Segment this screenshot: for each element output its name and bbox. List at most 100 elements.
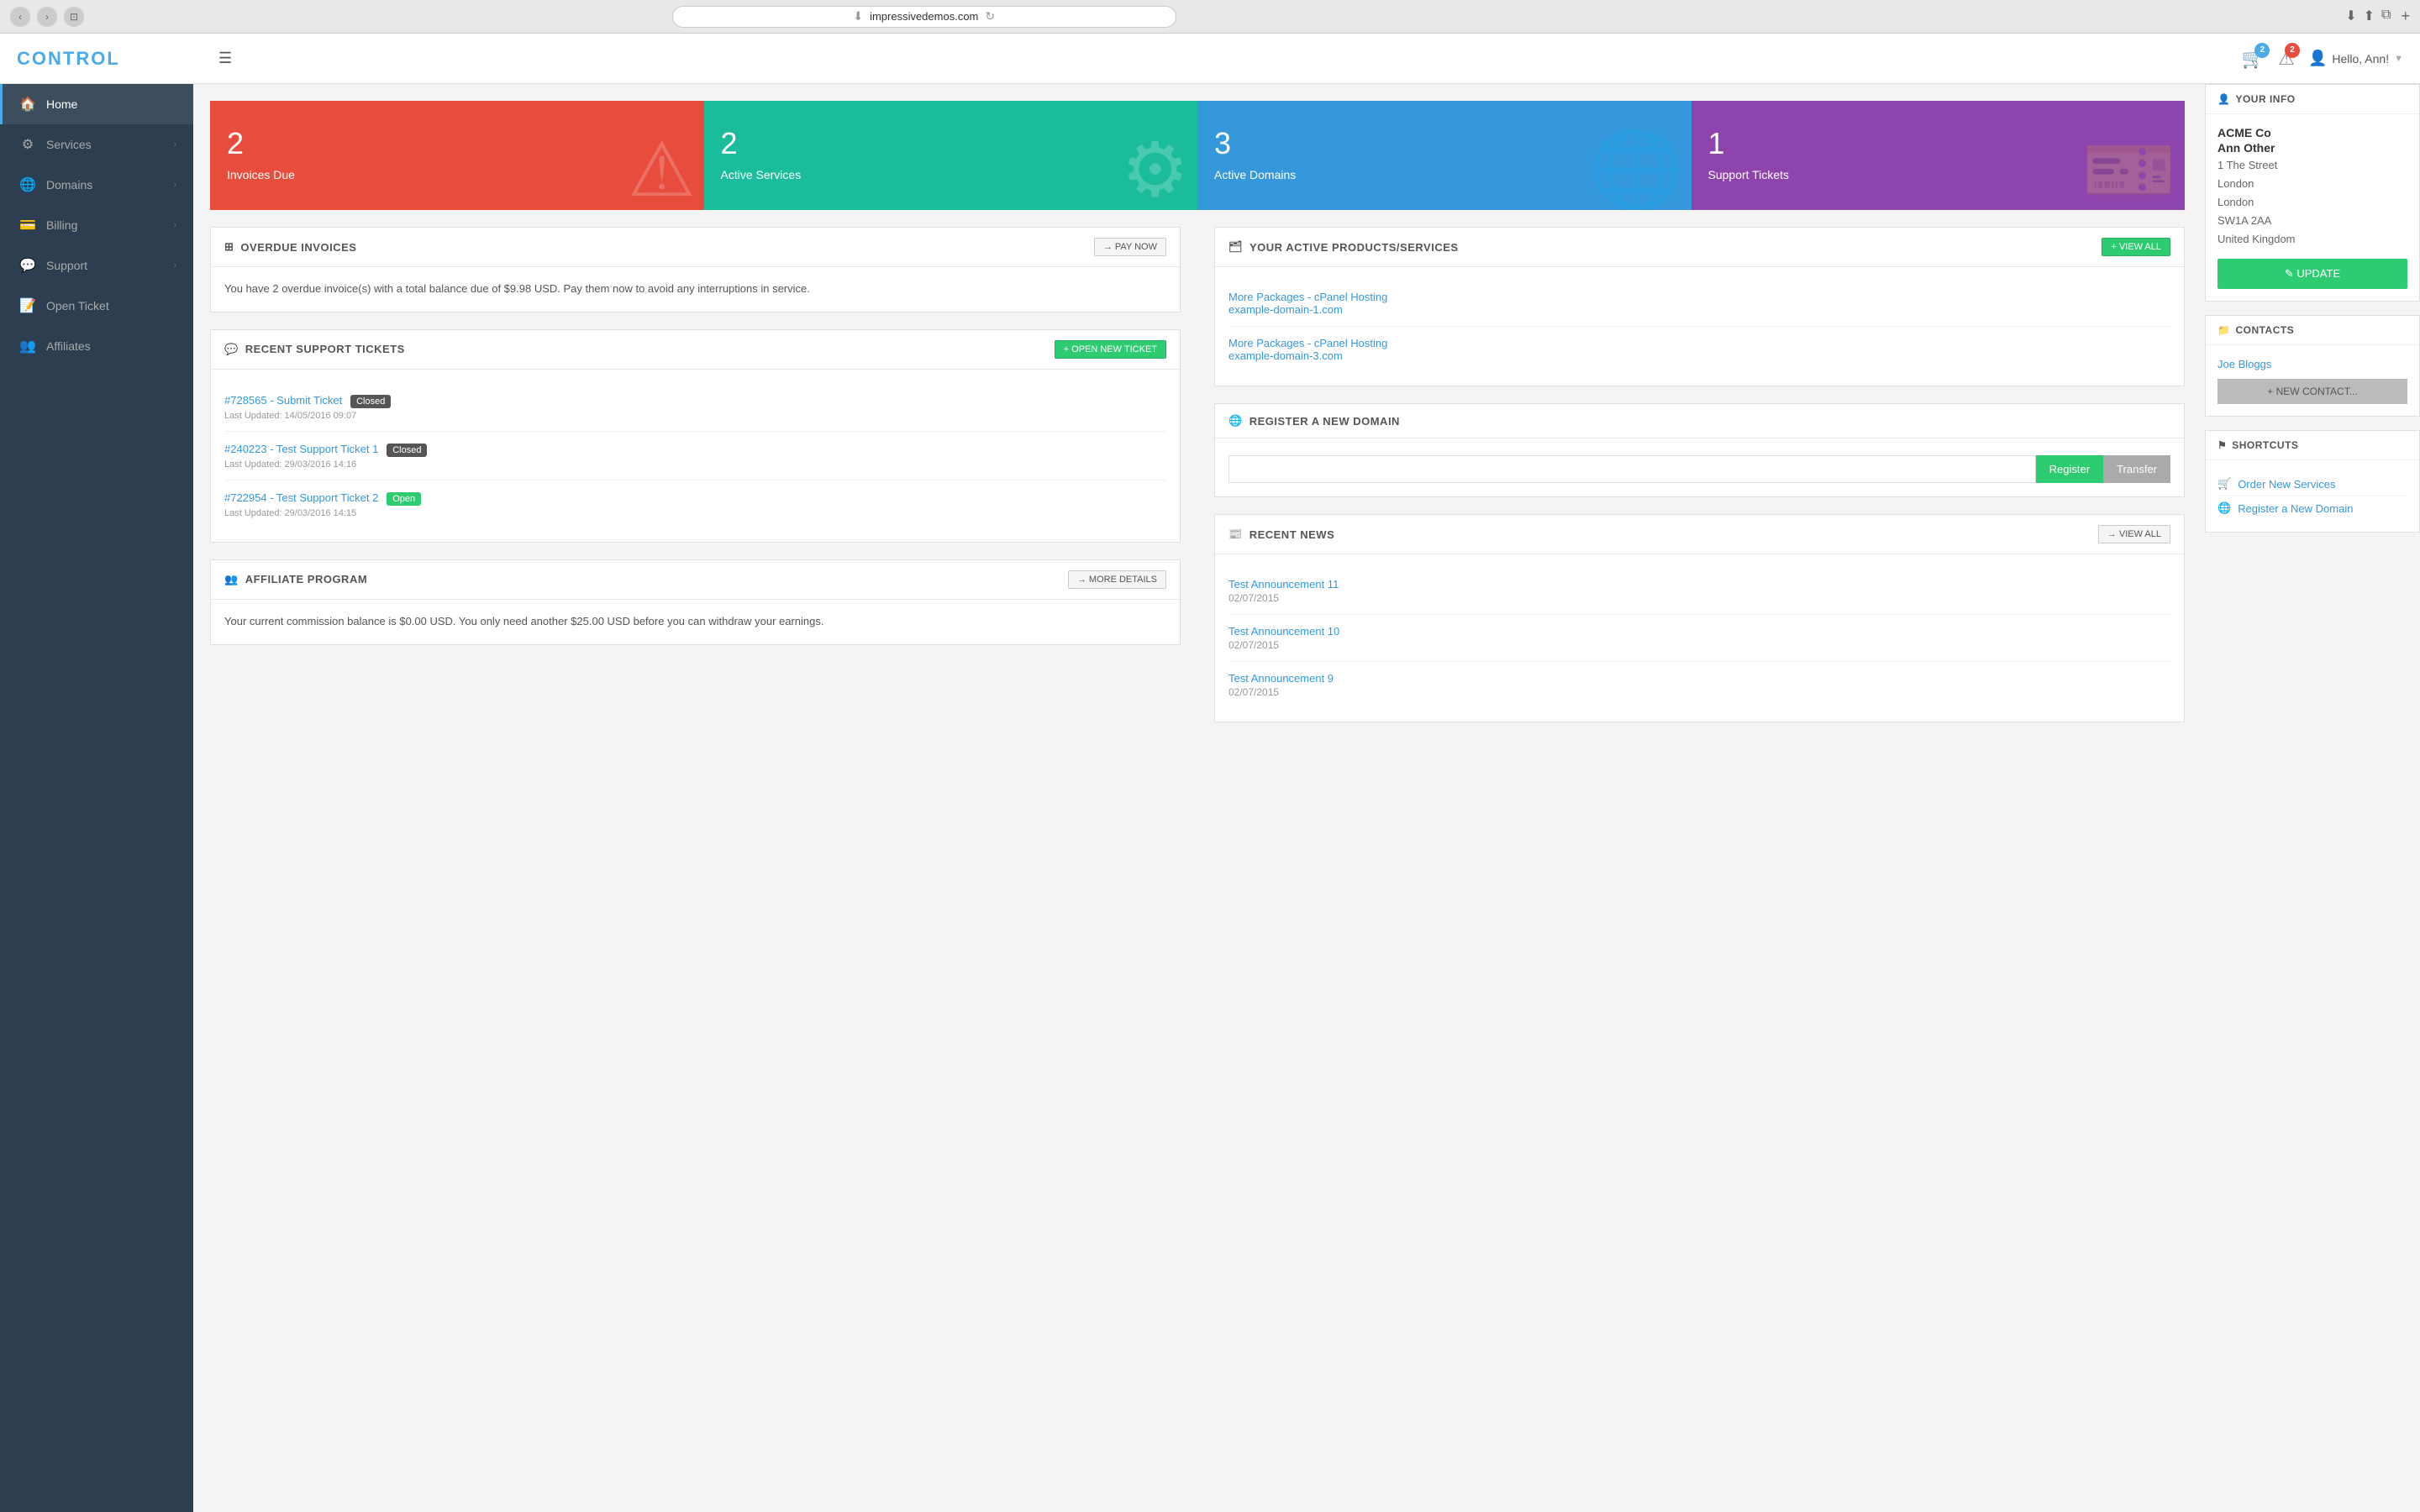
service-link-2-line1[interactable]: More Packages - cPanel Hosting <box>1228 337 2170 349</box>
stat-card-services[interactable]: 2 Active Services ⚙ <box>704 101 1198 210</box>
service-link-1-line1[interactable]: More Packages - cPanel Hosting <box>1228 291 2170 303</box>
ticket-link-3[interactable]: #722954 - Test Support Ticket 2 <box>224 491 378 504</box>
sidebar-item-support[interactable]: 💬 Support › <box>0 245 193 286</box>
open-ticket-icon: 📝 <box>19 297 36 314</box>
shortcuts-section: ⚑ SHORTCUTS 🛒 Order New Services 🌐 Regis… <box>2205 430 2420 533</box>
sidebar-label-billing: Billing <box>46 218 77 232</box>
stat-card-domains[interactable]: 3 Active Domains 🌐 <box>1197 101 1691 210</box>
register-domain-panel: 🌐 REGISTER A NEW DOMAIN Register Transfe… <box>1214 403 2185 497</box>
pin-icon[interactable]: ⧉ <box>2381 8 2391 25</box>
hamburger-button[interactable]: ☰ <box>210 45 240 71</box>
url-text: impressivedemos.com <box>870 10 978 23</box>
cart-icon-wrap[interactable]: 🛒 2 <box>2242 48 2265 70</box>
download-icon[interactable]: ⬇ <box>2345 8 2356 25</box>
main-content: 2 Invoices Due ⚠ 2 Active Services ⚙ 3 A… <box>193 84 2202 1512</box>
affiliates-icon: 👥 <box>19 338 36 354</box>
service-item-2: More Packages - cPanel Hosting example-d… <box>1228 327 2170 372</box>
service-link-1-line2[interactable]: example-domain-1.com <box>1228 303 2170 316</box>
shortcut-domain-link[interactable]: Register a New Domain <box>2238 502 2353 515</box>
more-details-button[interactable]: → MORE DETAILS <box>1068 570 1166 589</box>
domain-panel-icon: 🌐 <box>1228 414 1243 428</box>
sidebar-item-open-ticket[interactable]: 📝 Open Ticket <box>0 286 193 326</box>
left-panels: ⊞ OVERDUE INVOICES → PAY NOW You have 2 … <box>210 227 1181 739</box>
pay-now-button[interactable]: → PAY NOW <box>1094 238 1166 256</box>
sidebar-label-affiliates: Affiliates <box>46 339 91 353</box>
domains-number: 3 <box>1214 126 1675 161</box>
news-item-2: Test Announcement 10 02/07/2015 <box>1228 615 2170 662</box>
back-button[interactable]: ‹ <box>10 7 30 27</box>
contacts-section: 📁 CONTACTS Joe Bloggs + NEW CONTACT... <box>2205 315 2420 417</box>
forward-button[interactable]: › <box>37 7 57 27</box>
active-products-panel: 🗂 YOUR ACTIVE PRODUCTS/SERVICES + VIEW A… <box>1214 227 2185 386</box>
ticket-badge-2: Closed <box>387 444 427 457</box>
active-products-title: 🗂 YOUR ACTIVE PRODUCTS/SERVICES <box>1228 240 1459 254</box>
invoices-number: 2 <box>227 126 687 161</box>
news-date-1: 02/07/2015 <box>1228 592 2170 604</box>
ticket-link-1[interactable]: #728565 - Submit Ticket <box>224 394 342 407</box>
update-info-button[interactable]: ✎ UPDATE <box>2217 259 2407 289</box>
contacts-header: 📁 CONTACTS <box>2206 316 2419 345</box>
two-col-layout: ⊞ OVERDUE INVOICES → PAY NOW You have 2 … <box>210 227 2185 739</box>
transfer-button[interactable]: Transfer <box>2103 455 2170 483</box>
service-link-2-line2[interactable]: example-domain-3.com <box>1228 349 2170 362</box>
support-tickets-title: 💬 RECENT SUPPORT TICKETS <box>224 343 405 356</box>
view-all-news-button[interactable]: → VIEW ALL <box>2098 525 2170 543</box>
address-line1: 1 The Street <box>2217 159 2277 171</box>
stat-card-tickets[interactable]: 1 Support Tickets 🎫 <box>1691 101 2186 210</box>
affiliate-icon: 👥 <box>224 573 239 586</box>
sidebar-item-services[interactable]: ⚙ Services › <box>0 124 193 165</box>
right-sidebar: 👤 YOUR INFO ACME Co Ann Other 1 The Stre… <box>2202 84 2420 1512</box>
billing-chevron-icon: › <box>173 220 176 230</box>
news-link-3[interactable]: Test Announcement 9 <box>1228 672 2170 685</box>
app-body: 🏠 Home ⚙ Services › 🌐 Domains › 💳 Billin… <box>0 84 2420 1512</box>
news-link-2[interactable]: Test Announcement 10 <box>1228 625 2170 638</box>
address-bar[interactable]: ⬇ impressivedemos.com ↻ <box>672 6 1176 28</box>
domains-label: Active Domains <box>1214 168 1675 181</box>
affiliate-title: 👥 AFFILIATE PROGRAM <box>224 573 367 586</box>
stats-row: 2 Invoices Due ⚠ 2 Active Services ⚙ 3 A… <box>210 101 2185 210</box>
invoices-label: Invoices Due <box>227 168 687 181</box>
ticket-date-3: Last Updated: 29/03/2016 14:15 <box>224 508 1166 518</box>
affiliate-body: Your current commission balance is $0.00… <box>211 600 1180 644</box>
news-link-1[interactable]: Test Announcement 11 <box>1228 578 2170 591</box>
header-right: 🛒 2 ⚠ 2 👤 Hello, Ann! ▼ <box>2242 48 2403 70</box>
open-new-ticket-button[interactable]: + OPEN NEW TICKET <box>1055 340 1166 359</box>
services-label: Active Services <box>721 168 1181 181</box>
stat-card-invoices[interactable]: 2 Invoices Due ⚠ <box>210 101 704 210</box>
add-icon[interactable]: + <box>2401 8 2410 25</box>
contacts-body: Joe Bloggs + NEW CONTACT... <box>2206 345 2419 416</box>
services-icon: ⚙ <box>19 136 36 153</box>
ticket-item-3: #722954 - Test Support Ticket 2 Open Las… <box>224 480 1166 528</box>
register-button[interactable]: Register <box>2036 455 2103 483</box>
contact-link-joe[interactable]: Joe Bloggs <box>2217 358 2271 370</box>
reload-icon[interactable]: ↻ <box>985 9 995 24</box>
shortcuts-header: ⚑ SHORTCUTS <box>2206 431 2419 460</box>
active-products-header: 🗂 YOUR ACTIVE PRODUCTS/SERVICES + VIEW A… <box>1215 228 2184 267</box>
greeting-text: Hello, Ann! <box>2332 52 2389 66</box>
recent-news-panel: 📰 RECENT NEWS → VIEW ALL Test Announceme… <box>1214 514 2185 722</box>
shortcut-item-order: 🛒 Order New Services <box>2217 472 2407 496</box>
sidebar-label-open-ticket: Open Ticket <box>46 299 109 312</box>
ticket-link-2[interactable]: #240223 - Test Support Ticket 1 <box>224 443 378 455</box>
sidebar-item-billing[interactable]: 💳 Billing › <box>0 205 193 245</box>
app-logo: CONTROL <box>17 48 210 70</box>
contacts-icon: 📁 <box>2217 324 2230 336</box>
share-icon[interactable]: ⬆ <box>2364 8 2375 25</box>
reader-view-button[interactable]: ⊡ <box>64 7 84 27</box>
shortcut-order-link[interactable]: Order New Services <box>2238 478 2335 491</box>
sidebar-item-affiliates[interactable]: 👥 Affiliates <box>0 326 193 366</box>
view-all-services-button[interactable]: + VIEW ALL <box>2102 238 2170 256</box>
new-contact-button[interactable]: + NEW CONTACT... <box>2217 379 2407 404</box>
sidebar-item-home[interactable]: 🏠 Home <box>0 84 193 124</box>
news-date-2: 02/07/2015 <box>1228 639 2170 651</box>
user-icon: 👤 <box>2308 50 2327 67</box>
service-item-1: More Packages - cPanel Hosting example-d… <box>1228 281 2170 327</box>
news-icon: 📰 <box>1228 528 1243 541</box>
services-number: 2 <box>721 126 1181 161</box>
your-info-body: ACME Co Ann Other 1 The Street London Lo… <box>2206 114 2419 301</box>
user-greeting[interactable]: 👤 Hello, Ann! ▼ <box>2308 50 2403 67</box>
domain-search-input[interactable] <box>1228 455 2036 483</box>
sidebar-item-domains[interactable]: 🌐 Domains › <box>0 165 193 205</box>
your-info-section: 👤 YOUR INFO ACME Co Ann Other 1 The Stre… <box>2205 84 2420 302</box>
alert-icon-wrap[interactable]: ⚠ 2 <box>2278 48 2295 70</box>
